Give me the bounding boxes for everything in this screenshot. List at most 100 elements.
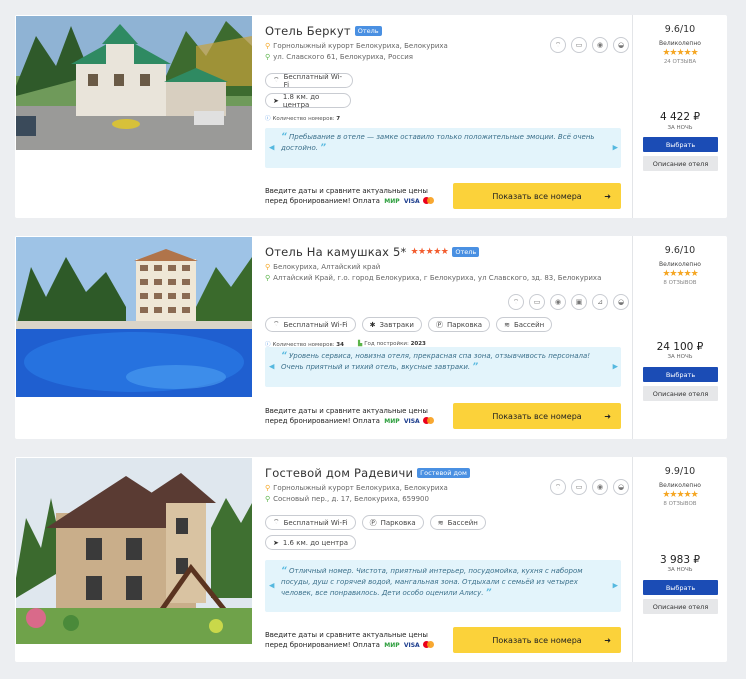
breakfast-icon: ✱: [369, 320, 376, 329]
quote-close-icon: ”: [485, 588, 492, 598]
parking-icon: Ⓟ: [369, 518, 377, 527]
hotel-description-button[interactable]: Описание отеля: [643, 599, 718, 614]
hotel-info: Отель Беркут Отель ⚲ Горнолыжный курорт Б…: [265, 23, 629, 122]
mastercard-logo: [422, 641, 434, 648]
hotel-card: Отель На камушках 5* ★★★★★ Отель ⚲ Белоку…: [15, 236, 727, 439]
hotel-description-button[interactable]: Описание отеля: [643, 386, 718, 401]
bath-icon: ◒: [613, 294, 629, 310]
hotel-info: Отель На камушках 5* ★★★★★ Отель ⚲ Белоку…: [265, 244, 629, 348]
quote-open-icon: “: [281, 566, 287, 576]
hotel-info: Гостевой дом Радевичи Гостевой дом ⚲ Горн…: [265, 465, 629, 550]
rooms-count: ⓘ Количество номеров: 7: [265, 116, 341, 122]
hotel-name[interactable]: Отель Беркут: [265, 24, 351, 38]
per-night-label: ЗА НОЧЬ: [667, 567, 693, 573]
review-next-arrow[interactable]: ▶: [613, 581, 618, 592]
iron-icon: ⊿: [592, 294, 608, 310]
visa-logo: VISA: [403, 417, 420, 425]
hotel-photo[interactable]: [16, 458, 252, 644]
wifi-icon: ⌔: [550, 479, 566, 495]
tag-parking: Ⓟ Парковка: [361, 515, 424, 530]
review-snippet: ◀ “ Пребывание в отеле — замке оставило …: [265, 128, 621, 168]
mastercard-logo: [422, 417, 434, 424]
visa-logo: VISA: [403, 197, 420, 205]
tag-wifi: ⌔ Бесплатный Wi-Fi: [265, 73, 353, 89]
arrow-right-icon: ➜: [604, 635, 611, 645]
location-pin-icon: ⚲: [265, 484, 271, 492]
visa-logo: VISA: [403, 641, 420, 649]
quote-open-icon: “: [281, 132, 287, 142]
cta-row: Введите даты и сравните актуальные цены …: [265, 627, 621, 653]
tag-pool: ≋ Бассейн: [496, 317, 553, 332]
navigation-icon: ➤: [273, 96, 279, 105]
reviews-count[interactable]: 24 ОТЗЫВА: [633, 59, 727, 65]
tag-distance: ➤ 1.8 км. до центра: [265, 93, 351, 109]
quote-close-icon: ”: [320, 143, 326, 153]
quote-open-icon: “: [281, 351, 287, 361]
review-prev-arrow[interactable]: ◀: [269, 143, 274, 154]
show-all-rooms-button[interactable]: Показать все номера ➜: [453, 183, 621, 209]
arrow-right-icon: ➜: [604, 411, 611, 421]
rating-label: Великолепно: [659, 261, 701, 268]
price: 3 983 ₽: [659, 554, 701, 566]
cta-text: Введите даты и сравните актуальные цены …: [265, 406, 445, 427]
map-pin-icon: ⚲: [265, 274, 271, 282]
rating-label: Великолепно: [659, 40, 701, 47]
hotel-card: Гостевой дом Радевичи Гостевой дом ⚲ Горн…: [15, 457, 727, 662]
rating-score: 9.6/10: [664, 245, 696, 256]
cta-text: Введите даты и сравните актуальные цены …: [265, 186, 445, 207]
hotel-name[interactable]: Гостевой дом Радевичи: [265, 466, 413, 480]
review-prev-arrow[interactable]: ◀: [269, 581, 274, 592]
wifi-icon: ⌔: [273, 76, 280, 84]
amenity-tags: ⌔ Бесплатный Wi-Fi Ⓟ Парковка ≋ Бассейн ➤ 1.…: [265, 515, 495, 550]
tag-wifi: ⌔ Бесплатный Wi-Fi: [265, 515, 356, 530]
pool-icon: ≋: [504, 320, 510, 329]
hotel-address[interactable]: ⚲ Сосновый пер., д. 17, Белокуриха, 65990…: [265, 495, 629, 503]
cta-row: Введите даты и сравните актуальные цены …: [265, 403, 621, 429]
price: 4 422 ₽: [659, 111, 701, 123]
review-snippet: ◀ “ Уровень сервиса, новизна отеля, прек…: [265, 347, 621, 387]
price: 24 100 ₽: [656, 341, 704, 353]
facility-icons: ⌔ ▭ ◉ ▣ ⊿ ◒: [508, 294, 629, 310]
type-badge: Гостевой дом: [417, 468, 470, 478]
select-button[interactable]: Выбрать: [643, 580, 718, 595]
hotel-photo[interactable]: [16, 237, 252, 397]
wifi-icon: ⌔: [508, 294, 524, 310]
type-badge: Отель: [354, 26, 382, 36]
amenity-tags: ⌔ Бесплатный Wi-Fi ✱ Завтраки Ⓟ Парковка ≋ Б…: [265, 317, 595, 332]
tag-breakfast: ✱ Завтраки: [361, 317, 422, 332]
mir-logo: МИР: [384, 197, 400, 205]
quote-close-icon: ”: [472, 362, 479, 372]
minibar-icon: ▣: [571, 294, 587, 310]
navigation-icon: ➤: [273, 538, 279, 547]
hotel-description-button[interactable]: Описание отеля: [643, 156, 718, 171]
pool-icon: ≋: [437, 518, 444, 527]
per-night-label: ЗА НОЧЬ: [667, 354, 693, 360]
hotel-meta: ⓘ Количество номеров: 7: [265, 114, 629, 122]
tag-distance: ➤ 1.6 км. до центра: [265, 535, 356, 550]
rating-label: Великолепно: [659, 482, 701, 489]
review-next-arrow[interactable]: ▶: [613, 362, 618, 373]
reviews-count[interactable]: 8 ОТЗЫВОВ: [633, 501, 727, 507]
select-button[interactable]: Выбрать: [643, 367, 718, 382]
rating-stars: ★★★★★: [662, 269, 698, 279]
select-button[interactable]: Выбрать: [643, 137, 718, 152]
wifi-icon: ⌔: [550, 37, 566, 53]
review-prev-arrow[interactable]: ◀: [269, 362, 274, 373]
hotel-name[interactable]: Отель На камушках 5*: [265, 245, 406, 259]
rating-score: 9.6/10: [664, 24, 696, 35]
hotel-photo[interactable]: [16, 16, 252, 150]
tag-wifi: ⌔ Бесплатный Wi-Fi: [265, 317, 356, 332]
location-pin-icon: ⚲: [265, 263, 271, 271]
wifi-icon: ⌔: [273, 320, 280, 328]
review-next-arrow[interactable]: ▶: [613, 143, 618, 154]
hotel-address[interactable]: ⚲ ул. Славского 61, Белокуриха, Россия: [265, 53, 629, 61]
price-column: 9.6/10 Великолепно ★★★★★ 24 ОТЗЫВА 4 422…: [632, 15, 727, 218]
rating-score: 9.9/10: [664, 466, 696, 477]
hotel-address[interactable]: ⚲ Алтайский Край, г.о. город Белокуриха, …: [265, 274, 629, 282]
show-all-rooms-button[interactable]: Показать все номера ➜: [453, 403, 621, 429]
mastercard-logo: [422, 197, 434, 204]
map-pin-icon: ⚲: [265, 53, 271, 61]
tag-pool: ≋ Бассейн: [429, 515, 486, 530]
reviews-count[interactable]: 8 ОТЗЫВОВ: [633, 280, 727, 286]
show-all-rooms-button[interactable]: Показать все номера ➜: [453, 627, 621, 653]
